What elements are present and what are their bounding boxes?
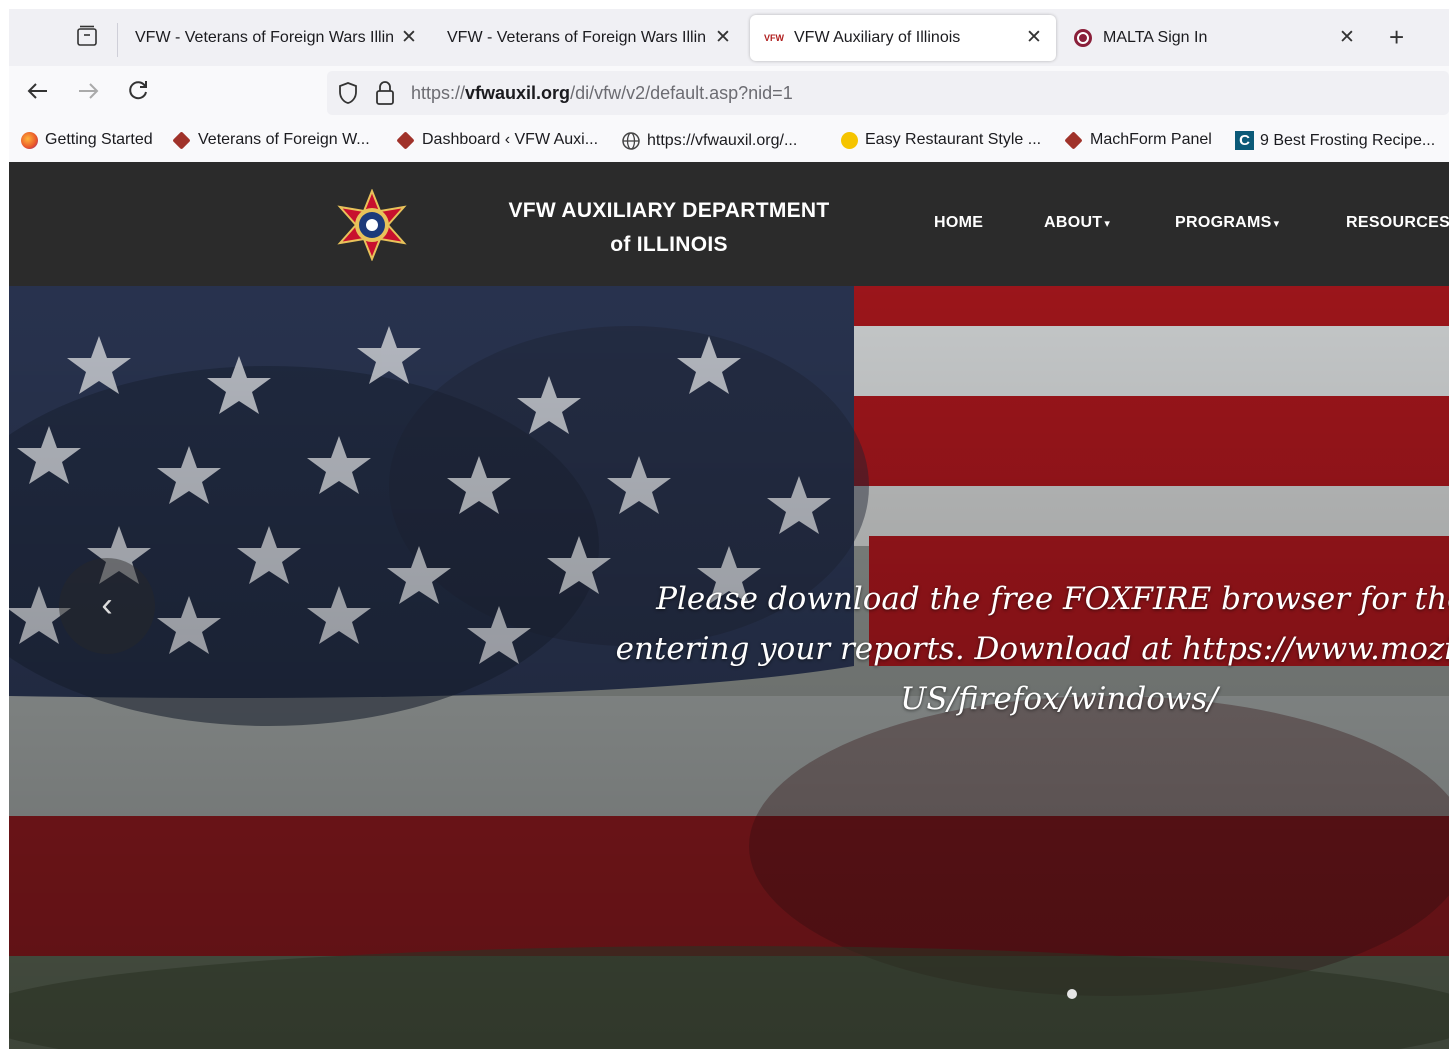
- close-icon[interactable]: ✕: [1026, 26, 1042, 49]
- forward-button[interactable]: [75, 78, 101, 111]
- lock-icon[interactable]: [375, 80, 395, 111]
- hero-message: Please download the free FOXFIRE browser…: [615, 581, 1449, 717]
- tab-list-icon[interactable]: [75, 24, 99, 48]
- reload-icon: [129, 81, 147, 100]
- bookmark-easy-restaurant[interactable]: Easy Restaurant Style ...: [841, 131, 1041, 149]
- menu-home[interactable]: HOME: [934, 214, 983, 232]
- close-icon[interactable]: ✕: [1339, 26, 1355, 49]
- new-tab-button[interactable]: +: [1389, 22, 1404, 53]
- site-header: VFW AUXILIARY DEPARTMENT of ILLINOIS HOM…: [9, 162, 1449, 286]
- bookmark-machform[interactable]: MachForm Panel: [1064, 130, 1212, 150]
- address-bar[interactable]: https://vfwauxil.org/di/vfw/v2/default.a…: [327, 71, 1449, 115]
- vfw-emblem-logo[interactable]: [336, 188, 408, 262]
- vfw-icon: [1064, 130, 1083, 150]
- c-icon: C: [1235, 131, 1254, 150]
- site-title[interactable]: VFW AUXILIARY DEPARTMENT of ILLINOIS: [469, 194, 869, 262]
- tab-title: MALTA Sign In: [1103, 29, 1208, 46]
- tab-vfw-auxiliary[interactable]: VFW VFW Auxiliary of Illinois ✕: [750, 15, 1056, 61]
- bookmark-getting-started[interactable]: Getting Started: [21, 131, 153, 149]
- vfw-favicon-icon: VFW: [764, 33, 784, 43]
- caret-down-icon: ▾: [1273, 218, 1280, 230]
- bookmark-veterans[interactable]: Veterans of Foreign W...: [172, 130, 370, 150]
- tab-title: VFW - Veterans of Foreign Wars Illin: [135, 29, 395, 46]
- star-icon: [841, 131, 858, 149]
- bookmark-vfwauxil[interactable]: https://vfwauxil.org/...: [621, 131, 797, 151]
- tab-title: VFW - Veterans of Foreign Wars Illin: [447, 29, 707, 46]
- forward-arrow-icon: [79, 83, 99, 99]
- tab-vfw-1[interactable]: VFW - Veterans of Foreign Wars Illin ✕: [127, 15, 427, 61]
- back-arrow-icon: [27, 83, 47, 99]
- reload-button[interactable]: [125, 78, 151, 111]
- firefox-icon: [21, 131, 38, 149]
- url-text[interactable]: https://vfwauxil.org/di/vfw/v2/default.a…: [411, 83, 793, 104]
- back-button[interactable]: [25, 78, 51, 111]
- bookmark-dashboard[interactable]: Dashboard ‹ VFW Auxi...: [396, 130, 598, 150]
- globe-icon: [621, 131, 641, 151]
- carousel-prev-button[interactable]: ‹: [59, 558, 155, 654]
- vfw-icon: [396, 130, 415, 150]
- navigation-bar: https://vfwauxil.org/di/vfw/v2/default.a…: [9, 66, 1449, 120]
- caret-down-icon: ▾: [1104, 218, 1111, 230]
- hero-carousel: ‹ Please download the free FOXFIRE brows…: [9, 286, 1449, 1049]
- vfw-icon: [172, 130, 191, 150]
- bookmark-frosting[interactable]: C 9 Best Frosting Recipe...: [1235, 131, 1435, 150]
- tab-malta-sign-in[interactable]: MALTA Sign In ✕: [1067, 15, 1367, 61]
- shield-icon[interactable]: [337, 81, 359, 110]
- menu-programs[interactable]: PROGRAMS ▾: [1175, 214, 1279, 232]
- carousel-indicator-dot[interactable]: [1067, 989, 1077, 999]
- close-icon[interactable]: ✕: [401, 26, 417, 49]
- malta-favicon-icon: [1073, 28, 1093, 48]
- tab-title: VFW Auxiliary of Illinois: [794, 29, 961, 46]
- tab-strip: VFW - Veterans of Foreign Wars Illin ✕ V…: [9, 9, 1449, 66]
- menu-about[interactable]: ABOUT ▾: [1044, 214, 1110, 232]
- close-icon[interactable]: ✕: [715, 26, 731, 49]
- tab-vfw-2[interactable]: VFW - Veterans of Foreign Wars Illin ✕: [439, 15, 745, 61]
- menu-resources[interactable]: RESOURCES: [1346, 214, 1449, 232]
- bookmarks-toolbar: Getting Started Veterans of Foreign W...…: [9, 120, 1449, 163]
